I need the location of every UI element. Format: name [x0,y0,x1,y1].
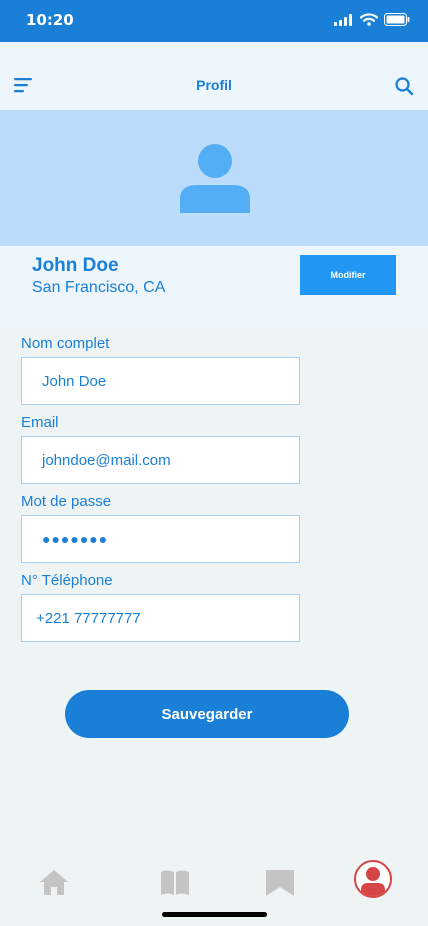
home-indicator [162,912,267,917]
full-name-value: John Doe [42,372,107,390]
password-label: Mot de passe [21,493,112,510]
email-label: Email [21,414,59,431]
avatar-icon[interactable] [179,143,251,215]
phone-field[interactable]: +221 77777777 [21,594,300,642]
wifi-icon [360,13,378,26]
nav-library[interactable] [159,866,191,898]
profile-name: John Doe [32,255,119,276]
full-name-label: Nom complet [21,335,110,352]
bookmark-icon [266,870,294,896]
status-icons [334,13,410,26]
profile-info: John Doe San Francisco, CA Modifier [0,246,428,328]
nav-home[interactable] [38,866,70,898]
search-icon [395,77,414,96]
phone-label: N° Téléphone [21,572,113,589]
password-field[interactable]: ●●●●●●● [21,515,300,563]
page-title: Profil [196,77,232,93]
signal-icon [334,13,352,26]
profile-location: San Francisco, CA [32,279,166,296]
password-value: ●●●●●●● [42,531,109,547]
status-bar: 10:20 [0,0,428,42]
battery-icon [384,13,410,26]
nav-bookmarks[interactable] [264,866,296,898]
phone-value: +221 77777777 [36,609,141,627]
full-name-field[interactable]: John Doe [21,357,300,405]
app-header: Profil [0,42,428,110]
email-field[interactable]: johndoe@mail.com [21,436,300,484]
save-button[interactable]: Sauvegarder [65,690,349,738]
status-time: 10:20 [26,11,74,29]
search-button[interactable] [394,76,414,96]
home-icon [40,870,68,895]
email-value: johndoe@mail.com [42,451,171,469]
book-icon [161,870,189,895]
profile-icon [361,867,385,896]
nav-profile[interactable] [354,860,392,898]
edit-profile-button[interactable]: Modifier [300,255,396,295]
profile-banner [0,110,428,246]
